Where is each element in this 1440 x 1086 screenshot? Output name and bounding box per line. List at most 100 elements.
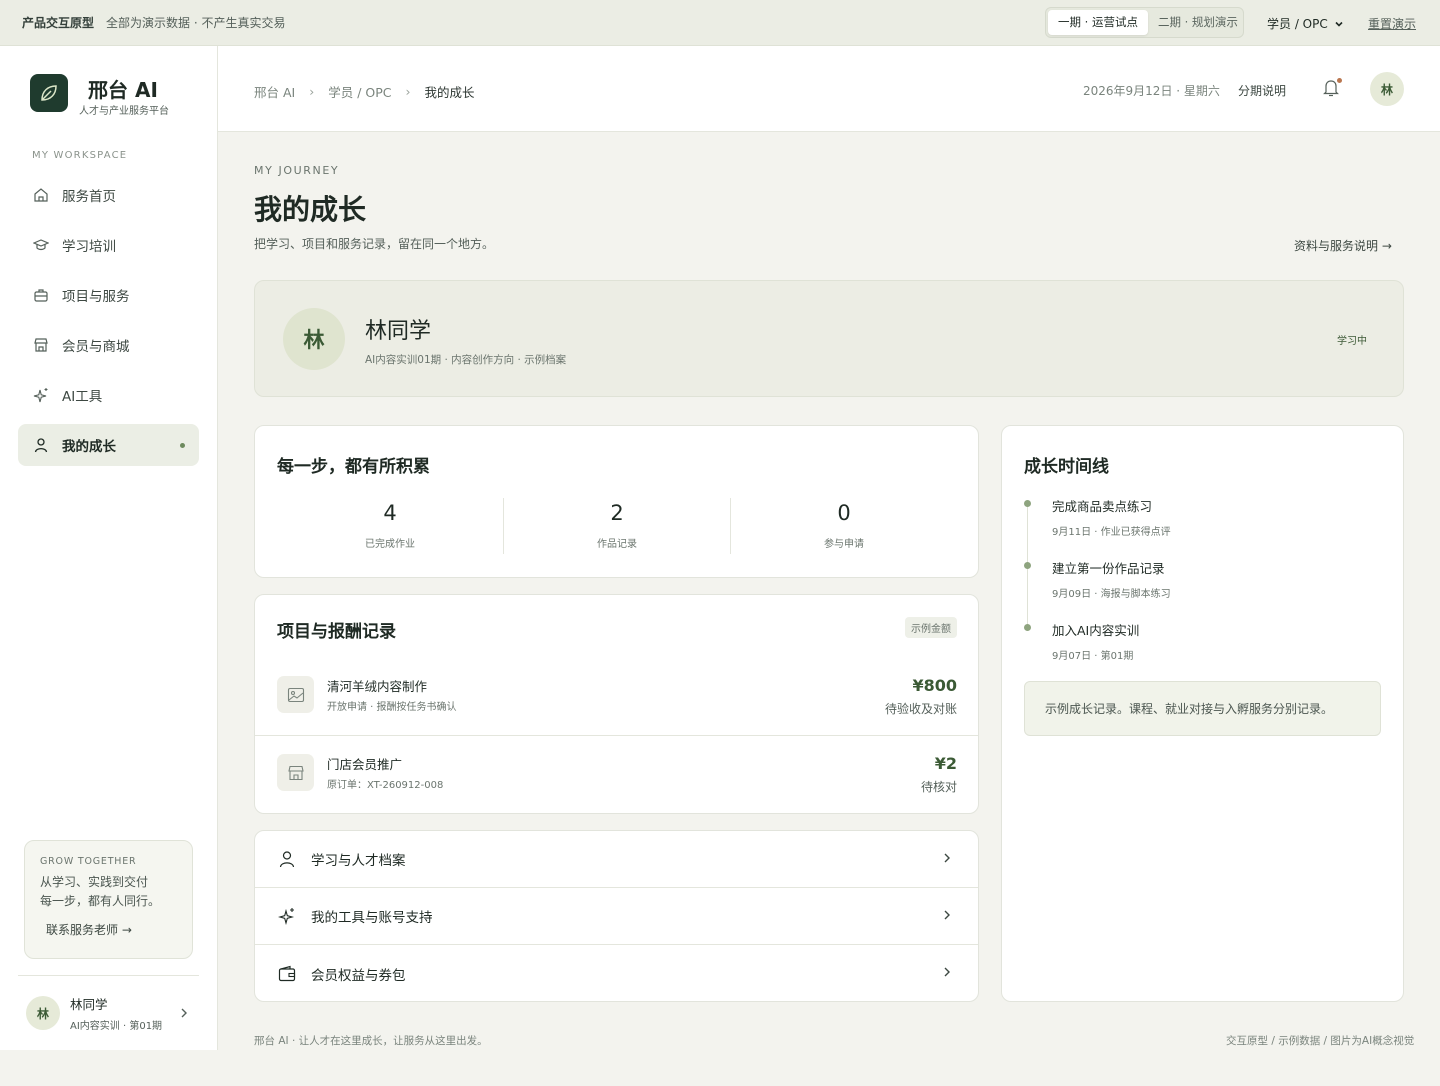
breadcrumb-role[interactable]: 学员 / OPC [328,82,391,101]
sidebar-user-card[interactable]: 林 林同学 AI内容实训 · 第01期 [18,975,199,1050]
contact-teacher-link[interactable]: 联系服务老师 → [46,921,177,938]
sidebar-item-label: 会员与商城 [62,339,130,355]
brand-name: 邢台 AI [88,78,158,102]
profile-name: 林同学 [365,319,432,344]
record-name: 清河羊绒内容制作 [327,679,428,694]
page-header: 邢台 AI › 学员 / OPC › 我的成长 2026年9月12日 · 星期六… [218,46,1440,132]
timeline-dot [1024,562,1031,569]
phase-1-tab[interactable]: 一期 · 运营试点 [1048,10,1148,35]
avatar[interactable]: 林 [1370,72,1404,106]
top-banner: 产品交互原型 全部为演示数据 · 不产生真实交易 一期 · 运营试点 二期 · … [0,0,1440,46]
profile-desc: AI内容实训01期 · 内容创作方向 · 示例档案 [365,354,567,366]
record-name: 门店会员推广 [327,757,403,772]
briefcase-icon [32,286,50,304]
chevron-down-icon [1335,21,1343,27]
phase-2-tab[interactable]: 二期 · 规划演示 [1148,10,1248,35]
quick-links-card: 学习与人才档案 我的工具与账号支持 会员权益与券包 [254,830,979,1002]
phase-switcher: 一期 · 运营试点 二期 · 规划演示 [1045,7,1244,38]
stat-value: 0 [837,501,851,525]
stats-title: 每一步，都有所积累 [277,457,430,477]
member-benefits-link[interactable]: 会员权益与券包 [255,945,978,1001]
grow-desc-line1: 从学习、实践到交付 [40,875,149,889]
page-title: 我的成长 [254,193,367,226]
list-item[interactable]: 清河羊绒内容制作 开放申请 · 报酬按任务书确认 ¥800 待验收及对账 [255,658,978,736]
sidebar-item-home[interactable]: 服务首页 [18,174,199,216]
chevron-right-icon [944,853,950,863]
timeline-note: 示例成长记录。课程、就业对接与入孵服务分别记录。 [1024,681,1381,736]
breadcrumb: 邢台 AI › 学员 / OPC › 我的成长 [254,82,475,101]
stats-card: 每一步，都有所积累 4 已完成作业 2 作品记录 0 参与申请 [254,425,979,578]
image-icon [277,676,314,713]
graduation-cap-icon [32,236,50,254]
timeline-item-title: 加入AI内容实训 [1052,623,1140,638]
timeline-item-sub: 9月11日 · 作业已获得点评 [1052,527,1171,538]
contact-teacher-label: 联系服务老师 [46,923,119,937]
store-icon [277,754,314,791]
service-info-link[interactable]: 资料与服务说明 → [1294,237,1392,254]
stat-value: 4 [383,501,397,525]
chevron-right-icon [944,967,950,977]
reset-demo-link[interactable]: 重置演示 [1368,15,1416,32]
stat-label: 参与申请 [824,539,864,550]
sidebar-item-label: AI工具 [62,389,103,405]
bell-icon[interactable] [1322,78,1342,98]
chevron-right-icon: › [309,84,315,99]
sidebar-item-label: 学习培训 [62,239,116,255]
role-label: 学员 / OPC [1267,17,1328,31]
timeline-item-sub: 9月07日 · 第01期 [1052,651,1134,662]
footer-tagline: 邢台 AI · 让人才在这里成长，让服务从这里出发。 [254,1035,488,1047]
link-label: 我的工具与账号支持 [311,910,433,926]
sparkles-icon [32,386,50,404]
page-kicker: MY JOURNEY [254,164,340,177]
status-badge: 学习中 [1337,336,1367,347]
sidebar-item-label: 项目与服务 [62,289,130,305]
sidebar-item-my-growth[interactable]: 我的成长 [18,424,199,466]
breadcrumb-home[interactable]: 邢台 AI [254,82,295,101]
role-selector[interactable]: 学员 / OPC [1267,15,1344,32]
user-icon [277,849,297,869]
sidebar-item-projects[interactable]: 项目与服务 [18,274,199,316]
record-sub: 开放申请 · 报酬按任务书确认 [327,702,457,713]
record-status: 待核对 [920,780,957,794]
installment-info-link[interactable]: 分期说明 [1238,82,1286,99]
sparkles-icon [277,906,297,926]
list-item[interactable]: 门店会员推广 原订单：XT-260912-008 ¥2 待核对 [255,736,978,814]
profile-card: 林 林同学 AI内容实训01期 · 内容创作方向 · 示例档案 学习中 [254,280,1404,397]
stat-assignments: 4 已完成作业 [277,498,504,554]
chevron-right-icon [181,1008,187,1018]
footer-disclaimer: 交互原型 / 示例数据 / 图片为AI概念视觉 [1226,1035,1415,1047]
timeline-dot [1024,624,1031,631]
record-amount: ¥2 [934,754,957,773]
talent-profile-link[interactable]: 学习与人才档案 [255,831,978,888]
timeline-card: 成长时间线 完成商品卖点练习 9月11日 · 作业已获得点评 建立第一份作品记录… [1001,425,1404,1002]
current-date: 2026年9月12日 · 星期六 [1083,84,1220,98]
home-icon [32,186,50,204]
timeline-title: 成长时间线 [1024,457,1109,477]
stat-label: 作品记录 [597,539,637,550]
sidebar-item-label: 我的成长 [62,439,116,455]
avatar: 林 [283,308,345,370]
timeline-item-title: 建立第一份作品记录 [1052,561,1165,576]
timeline: 完成商品卖点练习 9月11日 · 作业已获得点评 建立第一份作品记录 9月09日… [1024,496,1171,682]
timeline-item-title: 完成商品卖点练习 [1052,499,1153,514]
demo-note: 全部为演示数据 · 不产生真实交易 [106,16,286,30]
sidebar-item-training[interactable]: 学习培训 [18,224,199,266]
sidebar: 邢台 AI 人才与产业服务平台 MY WORKSPACE 服务首页 学习培训 项… [0,46,218,1050]
tools-support-link[interactable]: 我的工具与账号支持 [255,888,978,945]
sidebar-nav: 服务首页 学习培训 项目与服务 会员与商城 AI工具 我的成长 [18,174,199,474]
records-card: 项目与报酬记录 示例金额 清河羊绒内容制作 开放申请 · 报酬按任务书确认 ¥8… [254,594,979,814]
grow-desc-line2: 每一步，都有人同行。 [40,894,161,908]
breadcrumb-current: 我的成长 [424,85,475,100]
record-status: 待验收及对账 [884,702,957,716]
link-label: 学习与人才档案 [311,853,406,869]
sidebar-item-membership[interactable]: 会员与商城 [18,324,199,366]
sidebar-item-ai-tools[interactable]: AI工具 [18,374,199,416]
stats-row: 4 已完成作业 2 作品记录 0 参与申请 [277,498,957,554]
user-icon [32,436,50,454]
active-indicator [180,443,185,448]
record-amount: ¥800 [912,676,957,695]
timeline-item-sub: 9月09日 · 海报与脚本练习 [1052,589,1171,600]
chevron-right-icon: › [405,84,411,99]
wallet-icon [277,964,297,984]
timeline-item: 加入AI内容实训 9月07日 · 第01期 [1024,620,1171,682]
